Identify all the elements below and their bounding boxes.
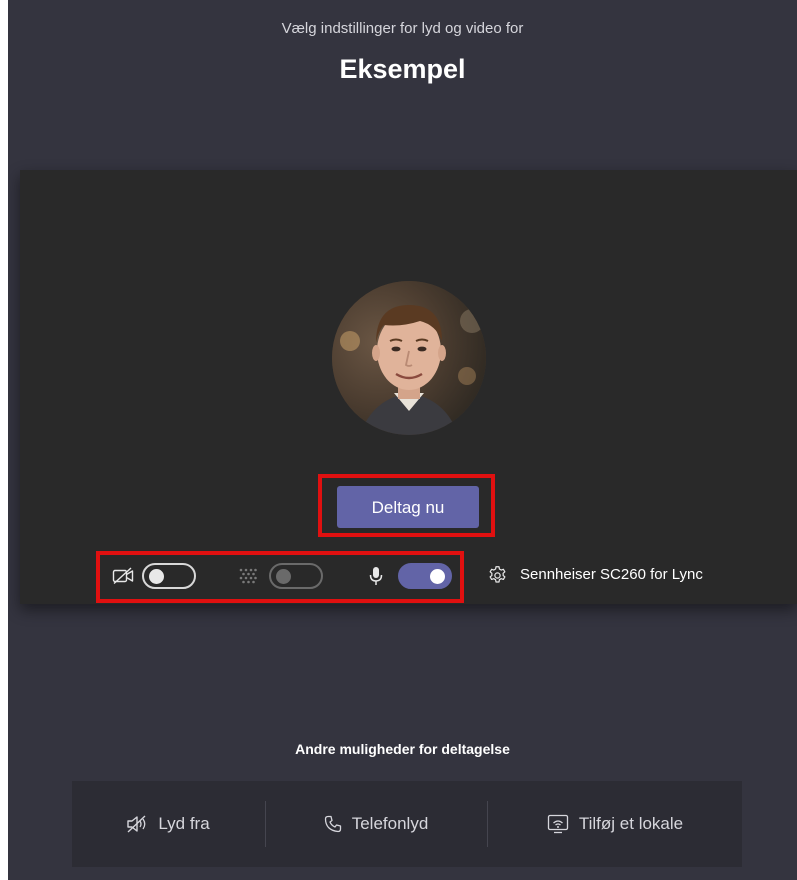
room-cast-icon bbox=[547, 814, 569, 834]
video-preview-panel: Deltag nu Sennheiser SC260 for Lync bbox=[20, 170, 797, 604]
other-join-options-title: Andre muligheder for deltagelse bbox=[295, 741, 510, 757]
phone-audio-option[interactable]: Telefonlyd bbox=[266, 781, 486, 867]
microphone-toggle[interactable] bbox=[398, 563, 452, 589]
audio-off-label: Lyd fra bbox=[158, 814, 210, 833]
microphone-toggle-knob bbox=[430, 569, 445, 584]
camera-toggle[interactable] bbox=[142, 563, 196, 589]
speaker-off-icon bbox=[127, 815, 146, 833]
phone-icon bbox=[324, 815, 341, 833]
audio-device-label[interactable]: Sennheiser SC260 for Lync bbox=[520, 566, 703, 583]
microphone-icon bbox=[369, 566, 383, 591]
gear-icon[interactable] bbox=[487, 565, 508, 591]
join-now-button[interactable]: Deltag nu bbox=[337, 486, 479, 528]
background-blur-toggle-knob bbox=[276, 569, 291, 584]
meeting-prejoin-screen: Vælg indstillinger for lyd og video for … bbox=[8, 0, 797, 880]
add-room-label: Tilføj et lokale bbox=[578, 814, 684, 833]
audio-off-option[interactable]: Lyd fra bbox=[72, 781, 264, 867]
avatar bbox=[332, 281, 486, 435]
other-join-options-bar: Lyd fra Telefonlyd Tilføj et lokale bbox=[72, 781, 742, 867]
add-room-option[interactable]: Tilføj et lokale bbox=[488, 781, 742, 867]
prejoin-subtitle: Vælg indstillinger for lyd og video for bbox=[281, 20, 524, 37]
background-blur-icon bbox=[238, 567, 258, 590]
phone-audio-label: Telefonlyd bbox=[351, 814, 429, 833]
background-blur-toggle[interactable] bbox=[269, 563, 323, 589]
meeting-title: Eksempel bbox=[339, 54, 466, 84]
camera-toggle-knob bbox=[149, 569, 164, 584]
camera-off-icon bbox=[112, 567, 134, 590]
